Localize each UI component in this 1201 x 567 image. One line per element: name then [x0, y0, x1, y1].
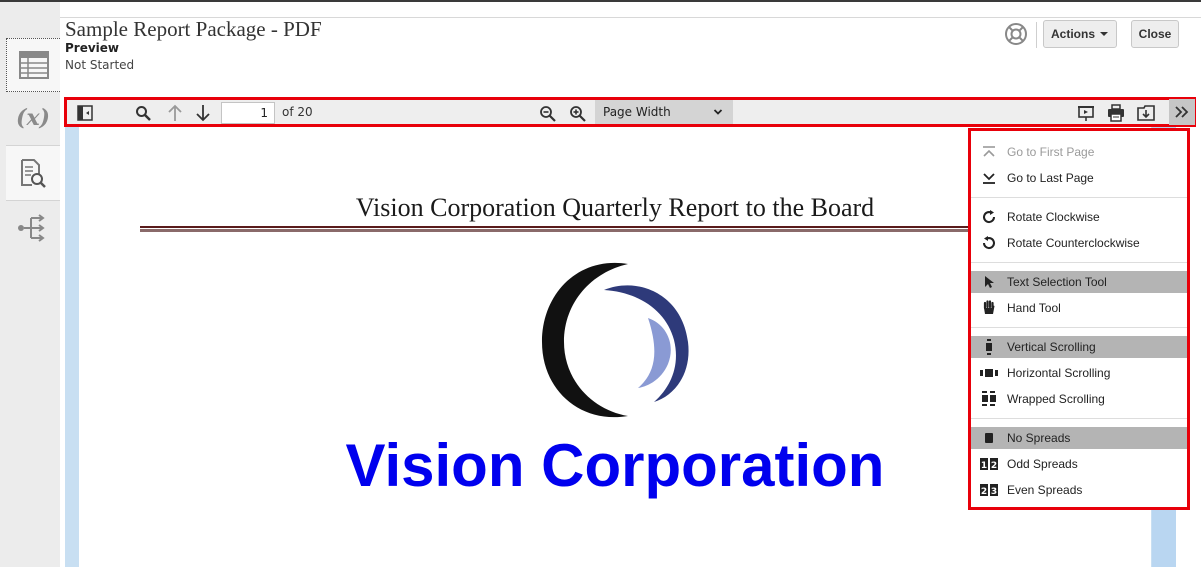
close-button[interactable]: Close: [1131, 20, 1179, 48]
menu-item-wrapped-scrolling[interactable]: Wrapped Scrolling: [971, 388, 1187, 410]
menu-separator: [971, 262, 1187, 263]
actions-button[interactable]: Actions: [1043, 20, 1117, 48]
title-rule: [140, 226, 1090, 232]
print-button[interactable]: [1105, 103, 1127, 123]
presentation-mode-icon: [1078, 106, 1094, 121]
pdf-toolbar: 1 of 20 Page Width: [64, 97, 1196, 127]
menu-item-no-spreads[interactable]: No Spreads: [971, 427, 1187, 449]
hand-icon: [971, 300, 1007, 316]
menu-item-label: Vertical Scrolling: [1007, 340, 1096, 354]
grid-table-icon: [18, 51, 49, 79]
brand-name: Vision Corporation: [345, 432, 885, 499]
presentation-mode-button[interactable]: [1075, 103, 1097, 123]
menu-separator: [971, 327, 1187, 328]
menu-separator: [971, 197, 1187, 198]
menu-item-label: Odd Spreads: [1007, 457, 1078, 471]
odd-spreads-icon: 12: [971, 458, 1007, 470]
svg-text:1: 1: [981, 461, 987, 470]
menu-item-rotate-counterclockwise[interactable]: Rotate Counterclockwise: [971, 232, 1187, 254]
rotate-ccw-icon: [971, 235, 1007, 251]
zoom-select[interactable]: Page Width: [595, 100, 733, 124]
svg-text:2: 2: [991, 461, 997, 470]
report-preview-window: (x) Sample Report Package - PDF Preview …: [0, 0, 1201, 567]
menu-separator: [971, 418, 1187, 419]
actions-button-label: Actions: [1050, 27, 1095, 41]
sidebar-item-flow[interactable]: [6, 208, 60, 248]
next-page-button[interactable]: [193, 103, 213, 123]
page-title: Sample Report Package - PDF: [65, 17, 322, 41]
menu-item-horizontal-scrolling[interactable]: Horizontal Scrolling: [971, 362, 1187, 384]
document-search-icon: [21, 159, 46, 188]
sidebar-toggle-button[interactable]: [75, 103, 95, 123]
page-count-label: of 20: [282, 105, 313, 119]
menu-item-label: Hand Tool: [1007, 301, 1061, 315]
download-button[interactable]: [1135, 103, 1157, 123]
more-tools-icon: [1175, 106, 1189, 118]
zoom-out-button[interactable]: [537, 103, 557, 123]
menu-item-label: Go to First Page: [1007, 145, 1095, 159]
menu-item-even-spreads[interactable]: 23 Even Spreads: [971, 479, 1187, 501]
previous-page-button[interactable]: [165, 103, 185, 123]
menu-item-hand-tool[interactable]: Hand Tool: [971, 297, 1187, 319]
left-sidebar: (x): [0, 2, 60, 567]
menu-item-odd-spreads[interactable]: 12 Odd Spreads: [971, 453, 1187, 475]
sidebar-item-variables[interactable]: (x): [6, 98, 60, 138]
wrapped-scroll-icon: [971, 391, 1007, 407]
fx-icon: (x): [16, 105, 50, 131]
menu-item-first-page[interactable]: Go to First Page: [971, 141, 1187, 163]
menu-item-label: Rotate Counterclockwise: [1007, 236, 1140, 250]
previous-page-icon: [168, 104, 182, 121]
search-icon: [136, 106, 151, 121]
secondary-toolbar-menu: Go to First Page Go to Last Page Rotate …: [968, 128, 1190, 510]
print-icon: [1108, 104, 1124, 122]
menu-item-label: Horizontal Scrolling: [1007, 366, 1111, 380]
menu-item-label: Text Selection Tool: [1007, 275, 1107, 289]
menu-item-text-selection-tool[interactable]: Text Selection Tool: [971, 271, 1187, 293]
horizontal-scroll-icon: [971, 368, 1007, 378]
sidebar-item-preview[interactable]: [6, 145, 60, 201]
zoom-select-value: Page Width: [603, 105, 671, 119]
menu-item-label: Rotate Clockwise: [1007, 210, 1100, 224]
page-subtitle: Preview: [65, 41, 120, 55]
find-button[interactable]: [133, 103, 153, 123]
menu-item-label: Wrapped Scrolling: [1007, 392, 1105, 406]
sidebar-toggle-icon: [77, 105, 93, 121]
help-lifebuoy-icon[interactable]: [1004, 22, 1028, 46]
download-icon: [1137, 105, 1155, 121]
chevron-down-icon: [1100, 32, 1108, 36]
status-text: Not Started: [65, 58, 135, 72]
vision-logo-icon: [542, 262, 689, 418]
menu-item-label: No Spreads: [1007, 431, 1071, 445]
zoom-in-button[interactable]: [567, 103, 587, 123]
top-border: [0, 0, 1201, 2]
page-number-input[interactable]: 1: [221, 102, 275, 124]
last-page-icon: [971, 171, 1007, 185]
sidebar-item-table-view[interactable]: [6, 38, 60, 92]
even-spreads-icon: 23: [971, 484, 1007, 496]
svg-text:3: 3: [991, 487, 997, 496]
next-page-icon: [196, 105, 210, 122]
menu-item-last-page[interactable]: Go to Last Page: [971, 167, 1187, 189]
svg-text:2: 2: [981, 487, 987, 496]
zoom-out-icon: [539, 105, 556, 122]
menu-item-vertical-scrolling[interactable]: Vertical Scrolling: [971, 336, 1187, 358]
menu-item-rotate-clockwise[interactable]: Rotate Clockwise: [971, 206, 1187, 228]
no-spreads-icon: [971, 432, 1007, 444]
rotate-cw-icon: [971, 209, 1007, 225]
first-page-icon: [971, 145, 1007, 159]
more-tools-button[interactable]: [1169, 99, 1195, 125]
menu-item-label: Go to Last Page: [1007, 171, 1094, 185]
report-title: Vision Corporation Quarterly Report to t…: [355, 193, 875, 222]
menu-item-label: Even Spreads: [1007, 483, 1083, 497]
vertical-scroll-icon: [971, 339, 1007, 355]
cursor-icon: [971, 275, 1007, 289]
header-button-divider: [1036, 22, 1037, 48]
zoom-in-icon: [569, 105, 586, 122]
branch-flow-icon: [18, 214, 45, 242]
